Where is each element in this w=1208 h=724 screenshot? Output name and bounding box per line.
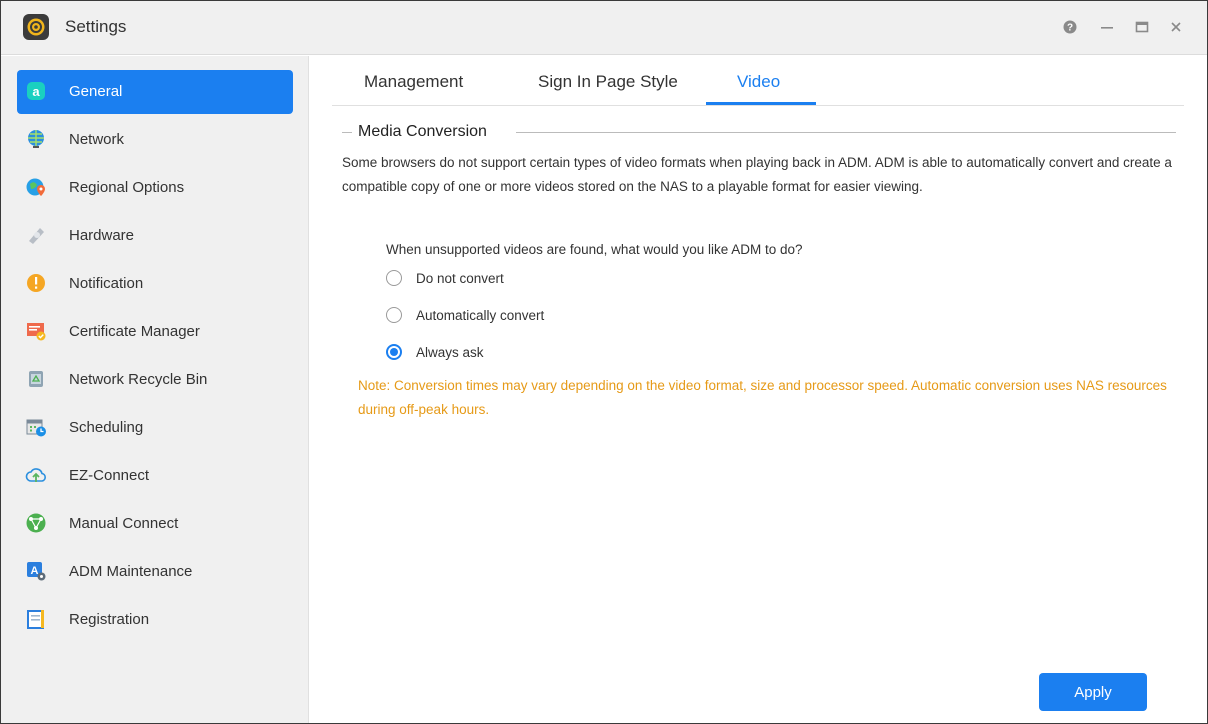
globe-icon — [25, 128, 47, 150]
settings-window: Settings ? a General Network Regional Op… — [0, 0, 1208, 724]
maintenance-icon: A — [25, 560, 47, 582]
sidebar-item-certificate-manager[interactable]: Certificate Manager — [17, 310, 293, 354]
svg-text:a: a — [32, 84, 40, 99]
section-divider — [516, 132, 1176, 133]
tab-bar: Management Sign In Page Style Video — [332, 56, 1184, 106]
main-panel: Management Sign In Page Style Video Medi… — [310, 56, 1207, 723]
sidebar-item-network[interactable]: Network — [17, 118, 293, 162]
conversion-note: Note: Conversion times may vary dependin… — [358, 378, 1167, 417]
maximize-icon[interactable] — [1130, 15, 1154, 39]
title-bar: Settings ? — [1, 1, 1207, 55]
sidebar-item-regional-options[interactable]: Regional Options — [17, 166, 293, 210]
sidebar-item-network-recycle-bin[interactable]: Network Recycle Bin — [17, 358, 293, 402]
calendar-icon — [25, 416, 47, 438]
tab-sign-in-page-style[interactable]: Sign In Page Style — [538, 72, 678, 92]
radio-automatically-convert[interactable]: Automatically convert — [386, 304, 544, 326]
radio-label: Automatically convert — [416, 307, 545, 323]
active-tab-indicator — [706, 102, 816, 105]
sidebar-item-label: General — [69, 83, 123, 100]
sidebar-item-label: Manual Connect — [69, 515, 179, 532]
svg-text:?: ? — [1067, 23, 1073, 34]
section-divider — [342, 132, 352, 133]
sidebar-item-label: Network Recycle Bin — [69, 371, 208, 388]
sidebar-item-adm-maintenance[interactable]: A ADM Maintenance — [17, 550, 293, 594]
close-icon[interactable] — [1164, 15, 1188, 39]
sidebar-item-scheduling[interactable]: Scheduling — [17, 406, 293, 450]
sidebar-item-label: EZ-Connect — [69, 467, 150, 484]
alert-icon — [25, 272, 47, 294]
radio-button[interactable] — [386, 270, 402, 286]
tab-video[interactable]: Video — [737, 72, 780, 92]
sidebar-item-label: Registration — [69, 611, 150, 628]
svg-text:A: A — [31, 565, 39, 577]
certificate-icon — [25, 320, 47, 342]
sidebar-item-label: Scheduling — [69, 419, 144, 436]
window-title: Settings — [65, 17, 127, 36]
general-icon: a — [25, 80, 47, 102]
network-icon — [25, 512, 47, 534]
section-description: Some browsers do not support certain typ… — [342, 155, 1172, 194]
sidebar: a General Network Regional Options Hardw… — [1, 56, 309, 723]
sidebar-item-ez-connect[interactable]: EZ-Connect — [17, 454, 293, 498]
tab-management[interactable]: Management — [364, 72, 463, 92]
sidebar-item-label: Regional Options — [69, 179, 185, 196]
radio-button[interactable] — [386, 307, 402, 323]
radio-always-ask[interactable]: Always ask — [386, 341, 484, 363]
sidebar-item-label: Network — [69, 131, 125, 148]
apply-button[interactable]: Apply — [1039, 673, 1147, 711]
sidebar-item-manual-connect[interactable]: Manual Connect — [17, 502, 293, 546]
sidebar-item-label: Certificate Manager — [69, 323, 200, 340]
sidebar-item-hardware[interactable]: Hardware — [17, 214, 293, 258]
radio-button[interactable] — [386, 344, 402, 360]
radio-label: Always ask — [416, 344, 484, 360]
sidebar-item-label: Notification — [69, 275, 144, 292]
radio-label: Do not convert — [416, 270, 504, 286]
sidebar-item-label: ADM Maintenance — [69, 563, 193, 580]
hardware-icon — [25, 224, 47, 246]
conversion-question: When unsupported videos are found, what … — [386, 242, 803, 257]
cloud-upload-icon — [25, 464, 47, 486]
sidebar-item-label: Hardware — [69, 227, 135, 244]
section-title: Media Conversion — [358, 123, 487, 140]
app-settings-icon — [23, 14, 49, 40]
radio-do-not-convert[interactable]: Do not convert — [386, 267, 504, 289]
help-icon[interactable]: ? — [1058, 15, 1082, 39]
sidebar-item-general[interactable]: a General — [17, 70, 293, 114]
recycle-bin-icon — [25, 368, 47, 390]
location-icon — [25, 176, 47, 198]
sidebar-item-registration[interactable]: Registration — [17, 598, 293, 642]
minimize-icon[interactable] — [1095, 15, 1119, 39]
registration-icon — [25, 608, 47, 630]
sidebar-item-notification[interactable]: Notification — [17, 262, 293, 306]
